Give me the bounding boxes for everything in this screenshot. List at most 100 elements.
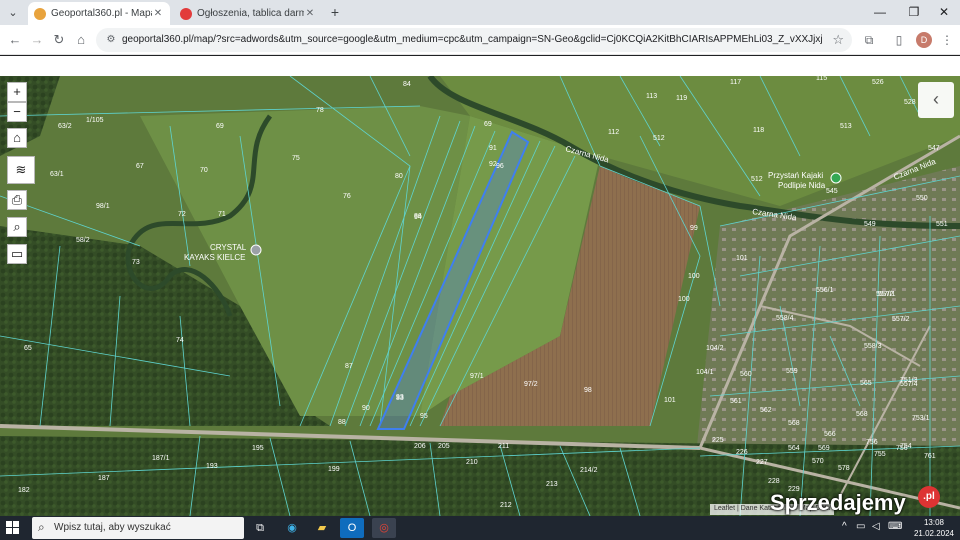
parcel-number-label: 545 (826, 188, 838, 195)
forward-arrow-icon[interactable]: → (28, 31, 46, 49)
search-icon[interactable]: ⌕ (7, 217, 27, 237)
new-tab-plus-icon[interactable]: + (326, 4, 344, 22)
parcel-number-label: 195 (252, 445, 264, 452)
page-header-bar (0, 56, 960, 76)
tab-title: Geoportal360.pl - Mapa Interak (51, 8, 152, 19)
file-explorer-icon[interactable]: ▰ (310, 518, 334, 538)
parcel-number-label: 512 (653, 135, 665, 142)
extensions-icon[interactable]: ⧉ (860, 31, 878, 49)
parcel-number-label: 97/2 (524, 381, 538, 388)
map-pin-icon[interactable] (830, 172, 842, 184)
map-viewport[interactable]: 84 69 115 526 528 113 119 117 1/105 63/2 78 91 92 112… (0, 76, 960, 516)
close-tab-icon[interactable]: ✕ (152, 8, 164, 19)
tab-title: Ogłoszenia, tablica darmowych (197, 8, 304, 19)
parcel-number-label: 755 (874, 451, 886, 458)
print-icon[interactable]: ⎙ (7, 190, 27, 210)
chrome-icon[interactable]: ◎ (372, 518, 396, 538)
taskbar-search[interactable]: ⌕ Wpisz tutaj, aby wyszukać (32, 517, 244, 539)
parcel-number-label: 528 (904, 99, 916, 106)
parcel-number-label: 104/2 (706, 345, 724, 352)
parcel-number-label: 570 (812, 458, 824, 465)
address-bar[interactable]: ⚙ geoportal360.pl/map/?src=adwords&utm_s… (96, 28, 852, 52)
url-text[interactable]: geoportal360.pl/map/?src=adwords&utm_sou… (122, 28, 822, 52)
parcel-number-label: 182 (18, 487, 30, 494)
parcel-number-label: 118 (753, 127, 764, 134)
tab-ogloszenia[interactable]: Ogłoszenia, tablica darmowych ✕ (174, 2, 322, 25)
parcel-number-label: 71 (218, 211, 226, 218)
panel-toggle-chevron-icon[interactable]: ‹ (918, 82, 954, 118)
satellite-map[interactable]: 8469115526528113 1191171/10563/2789192112… (0, 76, 960, 516)
geoportal-favicon-icon (34, 7, 46, 20)
parcel-number-label: 115 (816, 76, 827, 82)
parcel-number-label: 557/1 (878, 291, 896, 298)
parcel-number-label: 227 (756, 459, 768, 466)
przystan-label-1: Przystań Kajaki (768, 171, 823, 180)
windows-start-icon[interactable] (6, 521, 20, 535)
crystal-kayaks-label-2: KAYAKS KIELCE (184, 253, 246, 262)
tab-geoportal[interactable]: Geoportal360.pl - Mapa Interak ✕ (28, 2, 170, 25)
reload-icon[interactable]: ↻ (50, 31, 68, 49)
parcel-number-label: 549 (864, 221, 876, 228)
site-info-icon[interactable]: ⚙ (104, 33, 118, 47)
edge-icon[interactable]: ◉ (280, 518, 304, 538)
volume-icon[interactable]: ◁ (872, 521, 880, 532)
parcel-number-label: 565 (860, 380, 872, 387)
parcel-number-label: 76 (343, 193, 351, 200)
parcel-number-label: 761 (924, 453, 936, 460)
parcel-number-label: 212 (500, 502, 512, 509)
parcel-number-label: 205 (438, 443, 450, 450)
parcel-number-label: 99 (690, 225, 698, 232)
parcel-number-label: 751/3 (900, 377, 918, 384)
parcel-number-label: 187 (98, 475, 110, 482)
close-window-icon[interactable]: ✕ (928, 0, 960, 25)
parcel-number-label: 98/1 (96, 203, 110, 210)
tray-chevron-icon[interactable]: ^ (842, 521, 847, 532)
tab-strip: ⌄ Geoportal360.pl - Mapa Interak ✕ Ogłos… (0, 0, 960, 25)
home-view-icon[interactable]: ⌂ (7, 128, 27, 148)
home-icon[interactable]: ⌂ (72, 31, 90, 49)
task-view-icon[interactable]: ⧉ (248, 518, 272, 538)
layers-icon[interactable]: ≋ (7, 156, 35, 184)
parcel-number-label: 187/1 (152, 455, 170, 462)
close-tab-icon[interactable]: ✕ (304, 8, 316, 19)
map-pin-icon[interactable] (250, 244, 262, 256)
parcel-number-label: 193 (206, 463, 218, 470)
parcel-number-label: 561 (730, 398, 742, 405)
side-panel-icon[interactable]: ▯ (890, 31, 908, 49)
parcel-number-label: 93 (396, 394, 404, 401)
parcel-number-label: 78 (316, 107, 324, 114)
parcel-number-label: 210 (466, 459, 478, 466)
parcel-number-label: 96 (496, 163, 504, 170)
parcel-number-label: 551 (936, 221, 948, 228)
outlook-icon[interactable]: O (340, 518, 364, 538)
parcel-number-label: 90 (362, 405, 370, 412)
profile-avatar[interactable]: D (916, 32, 932, 48)
zoom-out-button[interactable]: − (7, 102, 27, 122)
zoom-in-button[interactable]: + (7, 82, 27, 102)
parcel-number-label: 100 (678, 296, 690, 303)
bookmark-star-icon[interactable]: ☆ (832, 32, 844, 48)
parcel-number-label: 562 (760, 407, 772, 414)
measure-icon[interactable]: ▭ (7, 244, 27, 264)
parcel-number-label: 560 (740, 371, 752, 378)
parcel-number-label: 214/2 (580, 467, 598, 474)
parcel-number-label: 754 (900, 443, 912, 450)
parcel-number-label: 112 (608, 129, 619, 136)
parcel-number-label: 101 (736, 255, 748, 262)
parcel-number-label: 568 (856, 411, 868, 418)
keyboard-icon[interactable]: ⌨ (888, 521, 902, 532)
restore-icon[interactable]: ❐ (898, 0, 930, 25)
tab-search-chevron-icon[interactable]: ⌄ (4, 4, 22, 22)
parcel-number-label: 1/105 (86, 117, 104, 124)
watermark-logo: Sprzedajemy (770, 490, 906, 515)
parcel-number-label: 98 (584, 387, 592, 394)
system-clock[interactable]: 13:08 21.02.2024 (912, 517, 956, 539)
watermark-badge: .pl (918, 486, 940, 508)
back-arrow-icon[interactable]: ← (6, 31, 24, 49)
clock-date: 21.02.2024 (913, 529, 955, 538)
network-icon[interactable]: ▭ (856, 521, 865, 532)
minimize-icon[interactable]: — (864, 0, 896, 25)
parcel-number-label: 550 (916, 195, 928, 202)
more-menu-icon[interactable]: ⋮ (938, 31, 956, 49)
parcel-number-label: 86 (414, 213, 422, 220)
